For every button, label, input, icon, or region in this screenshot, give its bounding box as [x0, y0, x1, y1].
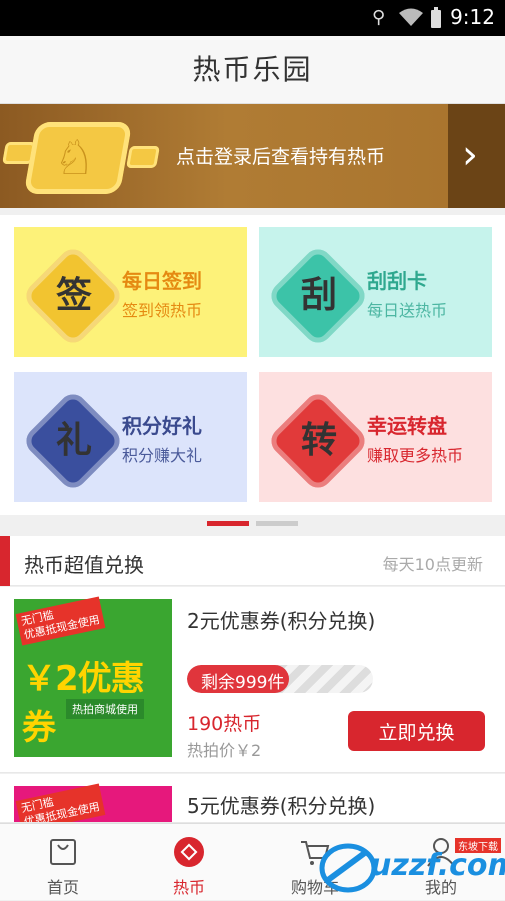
redeem-button[interactable]: 立即兑换: [348, 711, 485, 751]
badge-char: 礼: [55, 420, 92, 461]
tab-home[interactable]: 首页: [0, 824, 126, 901]
tile-subtitle: 赚取更多热币: [367, 446, 464, 465]
tab-label: 热币: [172, 878, 205, 897]
item-original-price: 热拍价￥2: [187, 741, 262, 760]
coin-diamond-icon: [174, 837, 204, 867]
login-banner[interactable]: 点击登录后查看持有热币 ›: [0, 104, 505, 208]
coupon-tag: 无门槛 优惠抵现金使用: [15, 596, 106, 646]
banner-arrow-button[interactable]: ›: [448, 104, 505, 208]
stock-progress: 剩余999件: [187, 665, 373, 693]
coupon-thumbnail: 无门槛 优惠抵现金使用: [14, 783, 172, 822]
tile-subtitle: 积分赚大礼: [122, 446, 203, 465]
tile-daily-checkin[interactable]: 签 每日签到 签到领热币: [14, 227, 247, 357]
wifi-icon: [398, 7, 424, 32]
section-note: 每天10点更新: [382, 555, 483, 574]
feature-grid: 签 每日签到 签到领热币 刮 刮刮卡 每日送热币 礼 积分好礼 积分赚大礼 转 …: [0, 215, 505, 515]
tab-coins[interactable]: 热币: [126, 824, 252, 901]
section-title: 热币超值兑换: [24, 553, 144, 577]
item-name: 2元优惠券(积分兑换): [187, 609, 376, 633]
status-time: 9:12: [450, 5, 495, 29]
watermark-logo-icon: [319, 843, 377, 893]
tile-title: 积分好礼: [122, 414, 202, 438]
location-icon: ⚲: [372, 7, 386, 28]
section-accent-bar: [0, 536, 10, 586]
login-prompt: 点击登录后查看持有热币: [176, 146, 386, 168]
list-item[interactable]: 无门槛 优惠抵现金使用 5元优惠券(积分兑换): [0, 774, 505, 823]
site-watermark: uzzf.com 东坡下载: [318, 838, 505, 894]
list-item[interactable]: 无门槛 优惠抵现金使用 ￥2优惠券 热拍商城使用 2元优惠券(积分兑换) 剩余9…: [0, 587, 505, 773]
tile-title: 每日签到: [122, 269, 202, 293]
exchange-section-header: 热币超值兑换 每天10点更新: [0, 536, 505, 586]
page-dot[interactable]: [256, 521, 298, 526]
page-dot-active[interactable]: [207, 521, 249, 526]
tile-subtitle: 签到领热币: [122, 301, 203, 320]
item-name: 5元优惠券(积分兑换): [187, 794, 376, 818]
status-bar: ⚲ 9:12: [0, 0, 505, 36]
battery-icon: [430, 7, 442, 34]
coupon-tag: 无门槛 优惠抵现金使用: [15, 783, 106, 822]
tile-scratch-card[interactable]: 刮 刮刮卡 每日送热币: [259, 227, 492, 357]
badge-char: 签: [55, 275, 92, 316]
tile-title: 刮刮卡: [367, 269, 427, 293]
tile-lucky-wheel[interactable]: 转 幸运转盘 赚取更多热币: [259, 372, 492, 502]
tile-subtitle: 每日送热币: [367, 301, 448, 320]
item-price: 190热币: [187, 713, 262, 735]
page-title: 热币乐园: [0, 36, 505, 104]
coin-icon: [126, 146, 160, 168]
watermark-subtext: 东坡下载: [455, 838, 501, 853]
chevron-right-icon: ›: [462, 132, 478, 178]
tab-label: 首页: [46, 878, 79, 897]
tile-points-gift[interactable]: 礼 积分好礼 积分赚大礼: [14, 372, 247, 502]
watermark-text: uzzf.com: [370, 848, 505, 883]
tile-title: 幸运转盘: [367, 414, 447, 438]
bag-icon: [50, 839, 76, 865]
coupon-sub-text: 热拍商城使用: [66, 699, 144, 719]
coupon-thumbnail: 无门槛 优惠抵现金使用 ￥2优惠券 热拍商城使用: [14, 596, 172, 757]
coin-horse-icon: [23, 122, 133, 194]
page-indicator: [0, 515, 505, 535]
stock-label: 剩余999件: [201, 673, 285, 693]
badge-char: 转: [300, 420, 337, 461]
badge-char: 刮: [300, 275, 337, 316]
